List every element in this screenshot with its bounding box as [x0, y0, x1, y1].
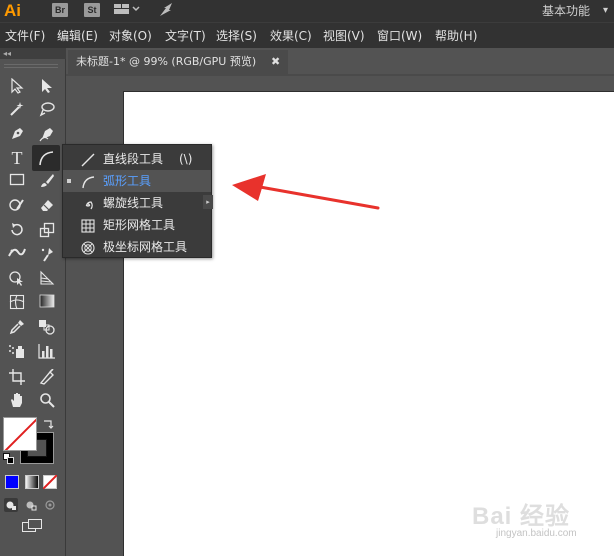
red-arrow-annotation: [232, 174, 380, 210]
menu-file[interactable]: 文件(F): [5, 27, 45, 45]
eraser-tool-icon[interactable]: [36, 194, 58, 216]
symbol-sprayer-tool-icon[interactable]: [6, 340, 28, 362]
arrange-documents-icon[interactable]: [114, 2, 140, 20]
width-tool-icon[interactable]: [6, 243, 28, 265]
spiral-icon: [81, 196, 95, 210]
flyout-item-label: 螺旋线工具: [103, 196, 164, 210]
eyedropper-tool-icon[interactable]: [6, 316, 28, 338]
flyout-item-label: 矩形网格工具: [103, 218, 176, 232]
slice-tool-icon[interactable]: [36, 366, 58, 388]
line-segment-icon: [81, 152, 95, 167]
flyout-item-arc[interactable]: 弧形工具: [63, 170, 211, 192]
flyout-item-label: 极坐标网格工具: [103, 240, 188, 254]
polar-grid-icon: [81, 240, 95, 255]
menu-effect[interactable]: 效果(C): [270, 27, 312, 45]
arc-tool-icon[interactable]: [32, 145, 60, 171]
lasso-tool-icon[interactable]: [36, 98, 58, 120]
baidu-watermark: Bai 经验 jingyan.baidu.com: [472, 496, 612, 552]
paintbrush-tool-icon[interactable]: [36, 170, 58, 192]
default-fill-stroke-icon[interactable]: [3, 453, 17, 467]
gradient-tool-icon[interactable]: [36, 291, 58, 313]
menu-help[interactable]: 帮助(H): [435, 27, 477, 45]
panel-collapse-icon[interactable]: ◂◂: [0, 48, 66, 59]
tools-panel: ◂◂ T: [0, 48, 66, 556]
blend-tool-icon[interactable]: [36, 316, 58, 338]
rectangular-grid-icon: [81, 218, 95, 233]
flyout-item-rectangular-grid[interactable]: 矩形网格工具: [63, 214, 211, 236]
title-bar: Ai Br St 基本功能 ▾: [0, 0, 614, 22]
document-tab[interactable]: 未标题-1* @ 99% (RGB/GPU 预览): [68, 50, 288, 74]
illustrator-logo: Ai: [4, 1, 21, 20]
draw-behind-icon[interactable]: [24, 498, 38, 512]
shaper-tool-icon[interactable]: [6, 194, 28, 216]
flyout-item-polar-grid[interactable]: 极坐标网格工具: [63, 236, 211, 258]
zoom-tool-icon[interactable]: [36, 389, 58, 411]
flyout-item-spiral[interactable]: 螺旋线工具: [63, 192, 211, 214]
flyout-item-line-segment[interactable]: 直线段工具 (\): [63, 148, 211, 170]
puppet-warp-tool-icon[interactable]: [36, 243, 58, 265]
gpu-performance-icon[interactable]: [158, 2, 176, 20]
column-graph-tool-icon[interactable]: [36, 340, 58, 362]
flyout-item-label: 直线段工具: [103, 152, 164, 166]
workspace-dropdown-icon[interactable]: ▾: [603, 2, 608, 20]
magic-wand-tool-icon[interactable]: [6, 98, 28, 120]
line-tools-flyout: 直线段工具 (\) 弧形工具 螺旋线工具 矩形网格工具 极坐标网格工具 ▸: [62, 144, 213, 258]
flyout-item-shortcut: (\): [179, 152, 193, 166]
flyout-item-label: 弧形工具: [103, 174, 152, 188]
rotate-tool-icon[interactable]: [6, 219, 28, 241]
pen-tool-icon[interactable]: [6, 123, 28, 145]
watermark-text: Bai 经验: [472, 503, 571, 530]
current-tool-indicator: [67, 179, 71, 183]
selection-tool-icon[interactable]: [6, 75, 28, 97]
menu-object[interactable]: 对象(O): [109, 27, 152, 45]
direct-selection-tool-icon[interactable]: [36, 75, 58, 97]
menu-edit[interactable]: 编辑(E): [57, 27, 98, 45]
swap-fill-stroke-icon[interactable]: [42, 418, 56, 432]
bridge-button[interactable]: Br: [52, 3, 68, 17]
arc-icon: [81, 174, 95, 189]
color-mode-icon[interactable]: [5, 475, 19, 489]
hand-tool-icon[interactable]: [6, 389, 28, 411]
draw-inside-icon[interactable]: [43, 498, 57, 512]
menu-type[interactable]: 文字(T): [165, 27, 206, 45]
panel-grip[interactable]: [4, 64, 58, 68]
none-mode-icon[interactable]: [42, 474, 58, 490]
fill-swatch[interactable]: [3, 417, 37, 451]
workspace-switcher[interactable]: 基本功能: [542, 2, 590, 20]
scale-tool-icon[interactable]: [36, 219, 58, 241]
menu-window[interactable]: 窗口(W): [377, 27, 422, 45]
menu-bar: 文件(F) 编辑(E) 对象(O) 文字(T) 选择(S) 效果(C) 视图(V…: [0, 22, 614, 48]
perspective-grid-tool-icon[interactable]: [36, 267, 58, 289]
mesh-tool-icon[interactable]: [6, 291, 28, 313]
type-tool-icon[interactable]: T: [6, 147, 28, 169]
curvature-tool-icon[interactable]: [36, 123, 58, 145]
tab-strip-divider: [66, 74, 614, 76]
close-tab-icon[interactable]: ✖: [271, 50, 285, 74]
draw-normal-icon[interactable]: [4, 498, 18, 512]
gradient-mode-icon[interactable]: [25, 475, 39, 489]
shape-builder-tool-icon[interactable]: [6, 267, 28, 289]
stock-button[interactable]: St: [84, 3, 100, 17]
watermark-url: jingyan.baidu.com: [496, 528, 577, 539]
tearoff-icon[interactable]: ▸: [203, 195, 213, 209]
menu-view[interactable]: 视图(V): [323, 27, 365, 45]
screen-mode-icon[interactable]: [22, 519, 42, 533]
menu-select[interactable]: 选择(S): [216, 27, 257, 45]
artboard-tool-icon[interactable]: [6, 366, 28, 388]
rectangle-tool-icon[interactable]: [6, 170, 28, 192]
